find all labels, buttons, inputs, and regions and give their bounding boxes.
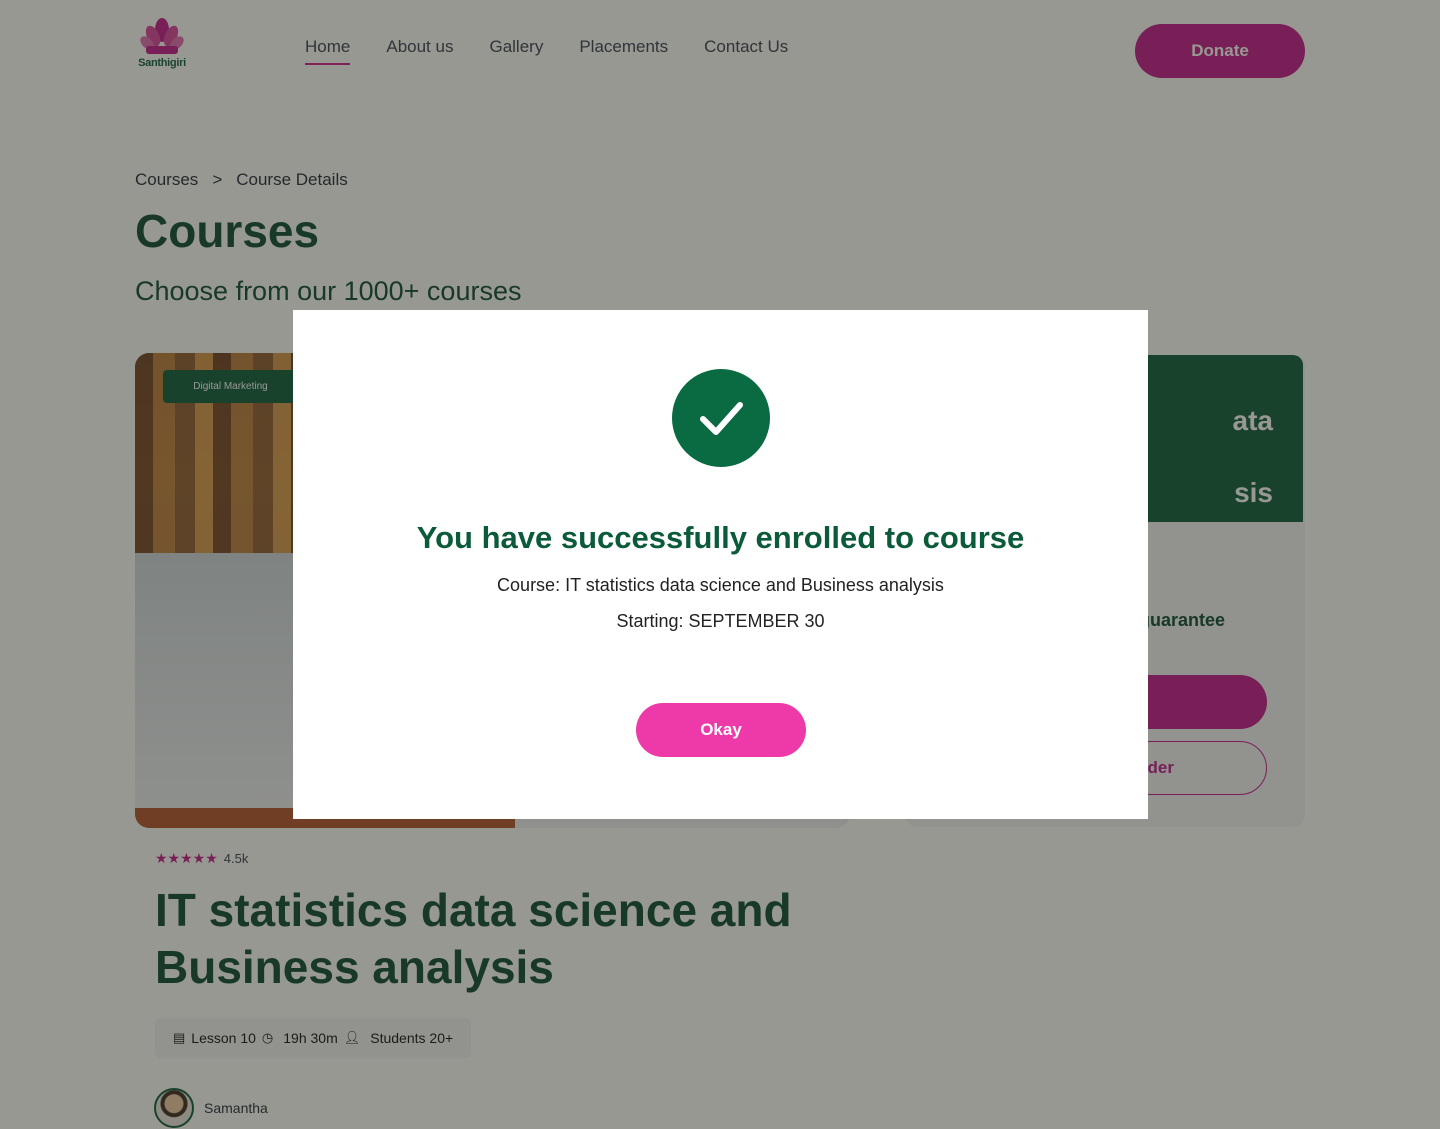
modal-title: You have successfully enrolled to course	[416, 520, 1025, 555]
success-check-icon	[672, 369, 770, 467]
checkmark-icon	[700, 402, 743, 435]
okay-button[interactable]: Okay	[636, 703, 806, 757]
modal-course-line: Course: IT statistics data science and B…	[497, 575, 944, 595]
modal-start-line: Starting: SEPTEMBER 30	[616, 611, 825, 631]
enrollment-success-modal: You have successfully enrolled to course…	[293, 310, 1148, 819]
